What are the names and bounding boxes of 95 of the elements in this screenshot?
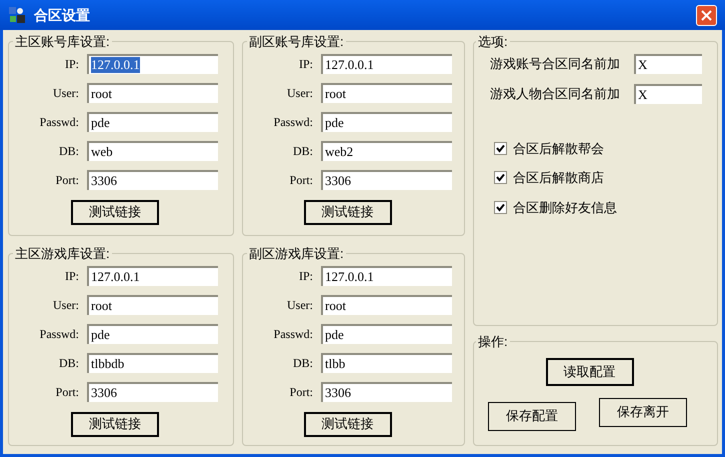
field-label: User: [52, 296, 80, 314]
field-value: web [91, 144, 113, 160]
field-label: Passwd: [38, 114, 80, 130]
group-title: 主区账号库设置: [14, 33, 111, 51]
group-title: 选项: [477, 33, 509, 51]
field-label: Port: [54, 172, 80, 188]
field-label: Passwd: [272, 326, 314, 342]
action-button[interactable]: 测试链接 [304, 200, 392, 224]
field-value: 127.0.0.1 [91, 268, 140, 284]
group-title: 主区游戏库设置: [14, 245, 111, 263]
group-title: 操作: [477, 333, 509, 351]
text-field[interactable]: 127.0.0.1 [321, 266, 452, 286]
close-icon [701, 10, 712, 20]
option-label: 游戏账号合区同名前加 [490, 54, 621, 73]
text-field[interactable]: X [634, 84, 702, 104]
text-field[interactable]: tlbb [321, 352, 452, 372]
field-value: X [638, 56, 648, 74]
check-icon [496, 173, 505, 182]
field-value: 3306 [325, 172, 351, 188]
field-value: 127.0.0.1 [325, 268, 374, 284]
text-field[interactable]: pde [87, 324, 218, 344]
field-label: User: [286, 84, 314, 102]
text-field[interactable]: root [321, 294, 452, 314]
group-title: 副区账号库设置: [248, 33, 345, 51]
text-field[interactable]: 3306 [87, 170, 218, 190]
field-value: root [91, 86, 112, 102]
checkbox[interactable] [494, 142, 507, 155]
field-value: root [91, 298, 112, 314]
field-label: User: [286, 296, 314, 314]
field-value: root [325, 86, 346, 102]
checkbox-label: 合区后解散商店 [513, 169, 604, 187]
field-value: pde [91, 326, 110, 342]
text-field[interactable]: root [87, 294, 218, 314]
text-field[interactable]: X [634, 54, 702, 74]
checkbox-label: 合区删除好友信息 [513, 198, 617, 216]
text-field[interactable]: 3306 [87, 382, 218, 402]
text-field[interactable]: 3306 [321, 382, 452, 402]
field-label: DB: [58, 142, 80, 160]
checkbox-label: 合区后解散帮会 [513, 140, 604, 158]
checkbox[interactable] [494, 171, 507, 184]
action-button[interactable]: 测试链接 [71, 200, 159, 224]
app-icon [8, 6, 26, 24]
text-field[interactable]: tlbbdb [87, 352, 218, 372]
window-title: 合区设置 [34, 6, 90, 24]
checkbox-option[interactable]: 合区后解散商店 [494, 168, 709, 188]
option-label: 游戏人物合区同名前加 [490, 84, 621, 103]
text-field[interactable]: pde [321, 112, 452, 132]
field-label: DB: [292, 354, 314, 372]
field-label: IP: [64, 268, 80, 284]
field-label: User: [52, 84, 80, 102]
text-field[interactable]: 127.0.0.1 [321, 54, 452, 74]
action-button[interactable]: 读取配置 [546, 358, 634, 386]
field-value: tlbb [325, 356, 346, 372]
text-field[interactable]: 127.0.0.1 [87, 266, 218, 286]
text-field[interactable]: 127.0.0.1 [87, 54, 218, 74]
field-label: IP: [64, 56, 80, 72]
checkbox-option[interactable]: 合区删除好友信息 [494, 198, 709, 217]
field-label: DB: [292, 142, 314, 160]
field-label: Port: [288, 172, 314, 188]
field-value: pde [91, 114, 110, 130]
field-label: Port: [54, 384, 80, 400]
field-value: root [325, 298, 346, 314]
close-button[interactable] [696, 4, 717, 26]
text-field[interactable]: web [87, 140, 218, 160]
field-label: IP: [298, 56, 314, 72]
field-value: 3306 [91, 172, 117, 188]
field-value: X [638, 86, 648, 104]
field-value: web2 [325, 144, 354, 160]
field-label: IP: [298, 268, 314, 284]
text-field[interactable]: root [321, 82, 452, 102]
checkbox[interactable] [494, 200, 507, 214]
field-value: pde [325, 114, 344, 130]
text-field[interactable]: pde [87, 112, 218, 132]
action-button[interactable]: 测试链接 [304, 412, 392, 436]
field-label: Passwd: [38, 326, 80, 342]
field-label: Passwd: [272, 114, 314, 130]
text-field[interactable]: root [87, 82, 218, 102]
field-label: Port: [288, 384, 314, 400]
text-field[interactable]: web2 [321, 140, 452, 160]
text-field[interactable]: 3306 [321, 170, 452, 190]
group-title: 副区游戏库设置: [248, 245, 345, 263]
field-value: pde [325, 326, 344, 342]
field-value: tlbbdb [91, 356, 124, 372]
field-value: 3306 [91, 384, 117, 400]
text-field[interactable]: pde [321, 324, 452, 344]
field-label: DB: [58, 354, 80, 372]
field-value: 127.0.0.1 [325, 56, 374, 72]
check-icon [496, 202, 505, 212]
action-button[interactable]: 测试链接 [71, 412, 159, 436]
field-value: 127.0.0.1 [91, 56, 140, 72]
action-button[interactable]: 保存离开 [599, 398, 687, 426]
field-value: 3306 [325, 384, 351, 400]
action-button[interactable]: 保存配置 [488, 402, 576, 430]
check-icon [496, 144, 505, 153]
checkbox-option[interactable]: 合区后解散帮会 [494, 138, 709, 158]
